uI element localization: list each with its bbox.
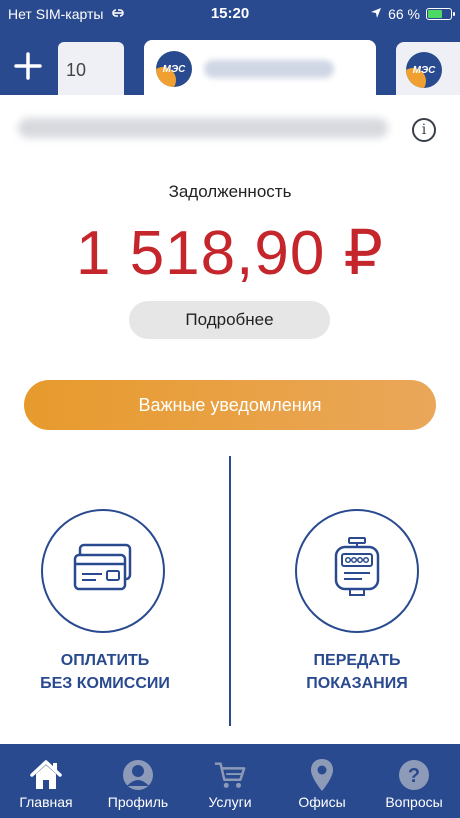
info-icon: i (421, 122, 427, 138)
plus-icon (13, 51, 43, 86)
important-notifications-button[interactable]: Важные уведомления (24, 380, 436, 430)
nav-services[interactable]: Услуги (184, 744, 276, 818)
nav-profile[interactable]: Профиль (92, 744, 184, 818)
nav-offices[interactable]: Офисы (276, 744, 368, 818)
location-pin-icon (305, 758, 339, 792)
info-button[interactable]: i (412, 118, 436, 142)
home-icon (29, 758, 63, 792)
battery-icon (426, 8, 455, 20)
cart-icon (213, 758, 247, 792)
account-address-blurred (18, 118, 388, 138)
bottom-nav: Главная Профиль Услуги Офисы ? Вопросы (0, 744, 460, 818)
debt-amount: 1 518,90 ₽ (75, 219, 384, 288)
mes-logo: МЭС (406, 52, 442, 88)
account-tab-active[interactable]: МЭС (144, 40, 376, 96)
account-number-blurred (204, 60, 334, 78)
add-account-button[interactable] (0, 42, 56, 95)
nav-questions-label: Вопросы (385, 794, 443, 810)
nav-questions[interactable]: ? Вопросы (368, 744, 460, 818)
nav-profile-label: Профиль (107, 794, 169, 810)
app-header: Нет SIM-карты 15:20 66 % 10 МЭС МЭС (0, 0, 460, 96)
nav-offices-label: Офисы (298, 794, 346, 810)
question-icon: ? (397, 758, 431, 792)
mes-logo: МЭС (156, 51, 192, 87)
vertical-divider (229, 456, 231, 726)
debt-label: Задолженность (168, 182, 292, 201)
location-arrow-icon (370, 6, 382, 22)
status-bar: Нет SIM-карты 15:20 66 % (0, 0, 460, 28)
battery-percent: 66 % (388, 6, 420, 22)
details-button[interactable]: Подробнее (129, 301, 330, 339)
meter-icon (332, 536, 382, 607)
nav-home-label: Главная (19, 794, 73, 810)
nav-services-label: Услуги (208, 794, 252, 810)
account-tab-next[interactable]: МЭС (396, 42, 460, 95)
nav-home[interactable]: Главная (0, 744, 92, 818)
credit-card-icon (72, 543, 134, 600)
submit-readings-button[interactable] (295, 509, 419, 633)
svg-text:?: ? (408, 765, 420, 787)
profile-icon (121, 758, 155, 792)
pay-button[interactable] (41, 509, 165, 633)
account-tab-previous[interactable]: 10 (58, 42, 124, 95)
submit-readings-label[interactable]: ПЕРЕДАТЬ ПОКАЗАНИЯ (272, 649, 442, 695)
account-tab-number: 10 (66, 60, 87, 80)
pay-label[interactable]: ОПЛАТИТЬ БЕЗ КОМИССИИ (20, 649, 190, 695)
